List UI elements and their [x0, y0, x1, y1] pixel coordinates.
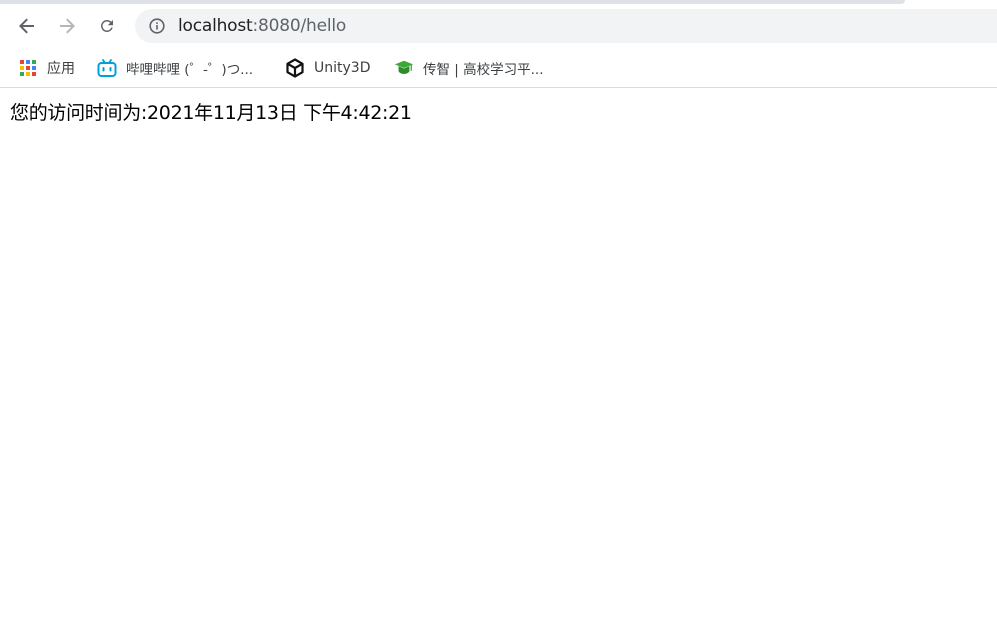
chuanzhi-icon	[394, 58, 414, 78]
reload-icon	[100, 19, 113, 32]
info-icon[interactable]	[149, 18, 165, 34]
forward-button[interactable]	[51, 10, 83, 42]
bookmark-bilibili[interactable]: 哔哩哔哩 (゜-゜)つ...	[97, 54, 253, 82]
bookmark-chuanzhi[interactable]: 传智 | 高校学习平...	[394, 54, 544, 82]
browser-toolbar: localhost:8080/hello	[0, 4, 997, 48]
back-button[interactable]	[11, 10, 43, 42]
bookmark-label: 应用	[47, 61, 75, 77]
apps-grid-icon	[18, 58, 38, 78]
url-text[interactable]: localhost:8080/hello	[178, 16, 346, 36]
url-path: :8080/hello	[252, 16, 347, 36]
visit-time-message: 您的访问时间为:2021年11月13日 下午4:42:21	[10, 102, 412, 124]
bookmark-label: 传智 | 高校学习平...	[423, 62, 544, 78]
unity-icon	[285, 58, 305, 78]
bilibili-icon	[97, 58, 117, 78]
bookmark-unity3d[interactable]: Unity3D	[285, 54, 370, 82]
arrow-right-icon	[60, 18, 75, 34]
bookmark-apps[interactable]: 应用	[18, 54, 75, 82]
reload-button[interactable]	[91, 10, 123, 42]
bookmark-label: Unity3D	[314, 60, 371, 76]
arrow-left-icon	[19, 18, 34, 34]
url-host: localhost	[178, 16, 253, 36]
bookmark-label: 哔哩哔哩 (゜-゜)つ...	[126, 62, 254, 78]
bookmarks-bar: 应用 哔哩哔哩 (゜-゜)つ... Unity3D 传智 | 高校学习平...	[0, 48, 997, 88]
address-bar[interactable]: localhost:8080/hello	[135, 9, 997, 43]
